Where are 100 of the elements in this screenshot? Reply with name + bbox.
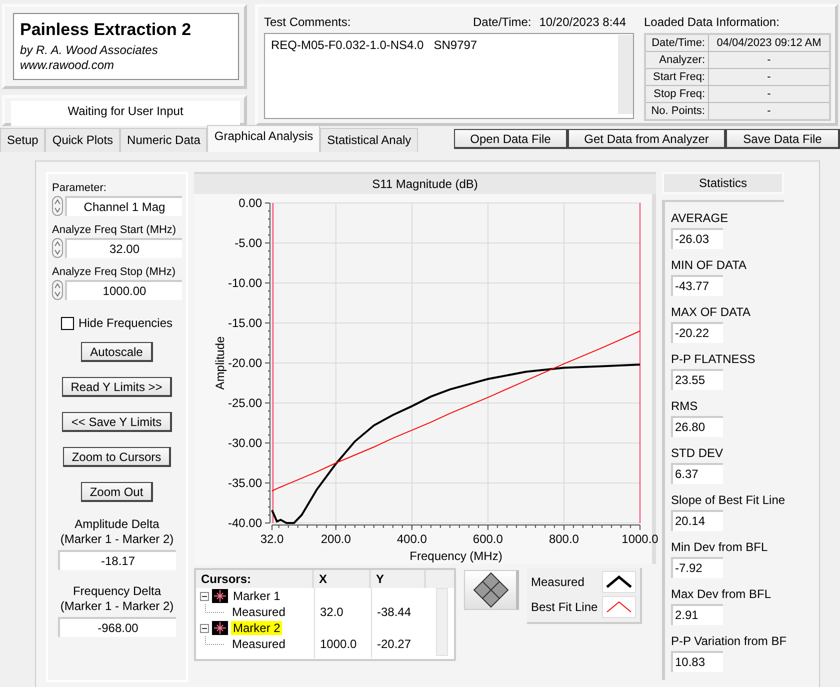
tab[interactable]: Statistical Analy [320,128,418,152]
action-button[interactable]: Zoom to Cursors [62,447,172,467]
x-tick-label: 32.0 [260,532,284,546]
app-title: Painless Extraction 2 [20,20,192,40]
stat-label: AVERAGE [671,210,730,227]
delta-label: Frequency Delta (Marker 1 - Marker 2) [59,584,175,614]
legend-swatch [602,571,636,593]
y-tick-label: -15.00 [228,316,262,330]
file-button[interactable]: Save Data File [726,129,840,149]
delta-field: -968.00 [58,617,176,637]
y-axis-title: Amplitude [213,336,227,390]
x-tick-label: 600.0 [472,532,503,546]
cursor-line[interactable] [272,203,274,523]
y-tick-label: -20.00 [228,356,262,370]
datetime-value: 10/20/2023 8:44 [539,15,626,29]
value-field[interactable]: 1000.00 [65,280,182,300]
stat-label: RMS [671,398,699,415]
x-tick-label: 800.0 [548,532,579,546]
comments-label: Test Comments: [264,15,351,29]
info-label: Date/Time: [645,34,708,52]
file-button[interactable]: Open Data File [454,129,568,149]
tree-cell: Measured [232,637,286,651]
info-label: Start Freq: [645,68,708,86]
table-cell-text: 1000.0 [319,637,358,651]
legend-label: Measured [531,575,584,589]
stat-value: 26.80 [671,416,723,437]
cursor-line[interactable] [639,203,641,523]
company-byline: by R. A. Wood Associates [20,43,159,58]
checkbox-label: Hide Frequencies [78,316,173,330]
action-button[interactable]: Zoom Out [80,482,154,502]
loaded-data-title: Loaded Data Information: [644,14,780,31]
x-tick-label: 200.0 [320,532,351,546]
stat-value: -43.77 [671,275,723,296]
stat-label: MAX OF DATA [671,304,752,321]
collapse-icon[interactable] [200,592,209,600]
comments-field[interactable]: REQ-M05-F0.032-1.0-NS4.0 SN9797 [264,33,634,119]
column-header: X [314,570,371,588]
field-label: Analyze Freq Stop (MHz) [52,266,176,278]
table-cell-text: -38.44 [376,605,412,619]
website-text: www.rawood.com [20,58,116,73]
stat-value: 23.55 [671,369,723,390]
value-field[interactable]: Channel 1 Mag [65,196,182,216]
stat-value: 6.37 [671,463,723,484]
value-field[interactable]: 32.00 [65,238,182,258]
datetime-label: Date/Time: [473,15,532,29]
legend-swatch [602,596,636,618]
marker-name[interactable]: Marker 1 [231,589,282,603]
y-tick-label: -40.00 [228,516,262,530]
stat-value: -26.03 [671,228,723,249]
stat-value: 10.83 [671,651,723,672]
x-tick-label: 1000.0 [622,532,658,546]
field-label: Parameter: [52,182,108,194]
file-button[interactable]: Get Data from Analyzer [568,129,726,149]
spinner-icon[interactable] [52,280,63,300]
stat-label: MIN OF DATA [671,257,748,274]
y-tick-label: -10.00 [228,276,262,290]
crosshair-icon [212,589,228,603]
stat-label: STD DEV [671,445,724,462]
stat-value: 20.14 [671,510,723,531]
x-tick-label: 400.0 [396,532,427,546]
x-axis-title: Frequency (MHz) [410,549,502,563]
tab[interactable]: Numeric Data [120,128,208,152]
stat-label: Max Dev from BFL [671,586,772,603]
scroll-bar[interactable] [436,588,448,656]
delta-field: -18.17 [58,550,176,570]
spinner-icon[interactable] [52,196,63,216]
y-tick-label: 0.00 [238,196,262,210]
tree-cell: Measured [232,605,286,619]
field-label: Analyze Freq Start (MHz) [52,224,178,236]
y-tick-label: -30.00 [228,436,262,450]
chart-title: S11 Magnitude (dB) [194,172,656,194]
status-message: Waiting for User Input [11,101,240,126]
tab[interactable]: Graphical Analysis [207,125,320,152]
info-label: Analyzer: [645,52,708,68]
pan-button[interactable] [464,570,519,610]
action-button[interactable]: Autoscale [81,342,153,362]
stat-label: Slope of Best Fit Line [671,492,784,509]
marker-name[interactable]: Marker 2 [231,621,282,635]
column-header: Y [371,570,426,588]
delta-label: Amplitude Delta (Marker 1 - Marker 2) [59,517,175,547]
action-button[interactable]: Read Y Limits >> [62,377,172,397]
stat-value: -7.92 [671,557,723,578]
y-tick-label: -35.00 [228,476,262,490]
stat-label: P-P Variation from BF [671,633,784,650]
collapse-icon[interactable] [200,624,209,632]
statistics-title: Statistics [662,172,784,194]
tab[interactable]: Quick Plots [45,128,120,152]
spinner-icon[interactable] [52,238,63,258]
table-cell-text: -20.27 [376,637,412,651]
stat-value: -20.22 [671,322,723,343]
info-label: Stop Freq: [645,86,708,102]
stat-label: P-P FLATNESS [671,351,756,368]
checkbox[interactable] [61,316,74,330]
y-tick-label: -25.00 [228,396,262,410]
y-tick-label: -5.00 [234,236,262,250]
crosshair-icon [212,621,228,635]
table-cell-text: 32.0 [319,605,344,619]
tab[interactable]: Setup [0,128,46,152]
stat-value: 2.91 [671,604,723,625]
action-button[interactable]: << Save Y Limits [62,412,172,432]
